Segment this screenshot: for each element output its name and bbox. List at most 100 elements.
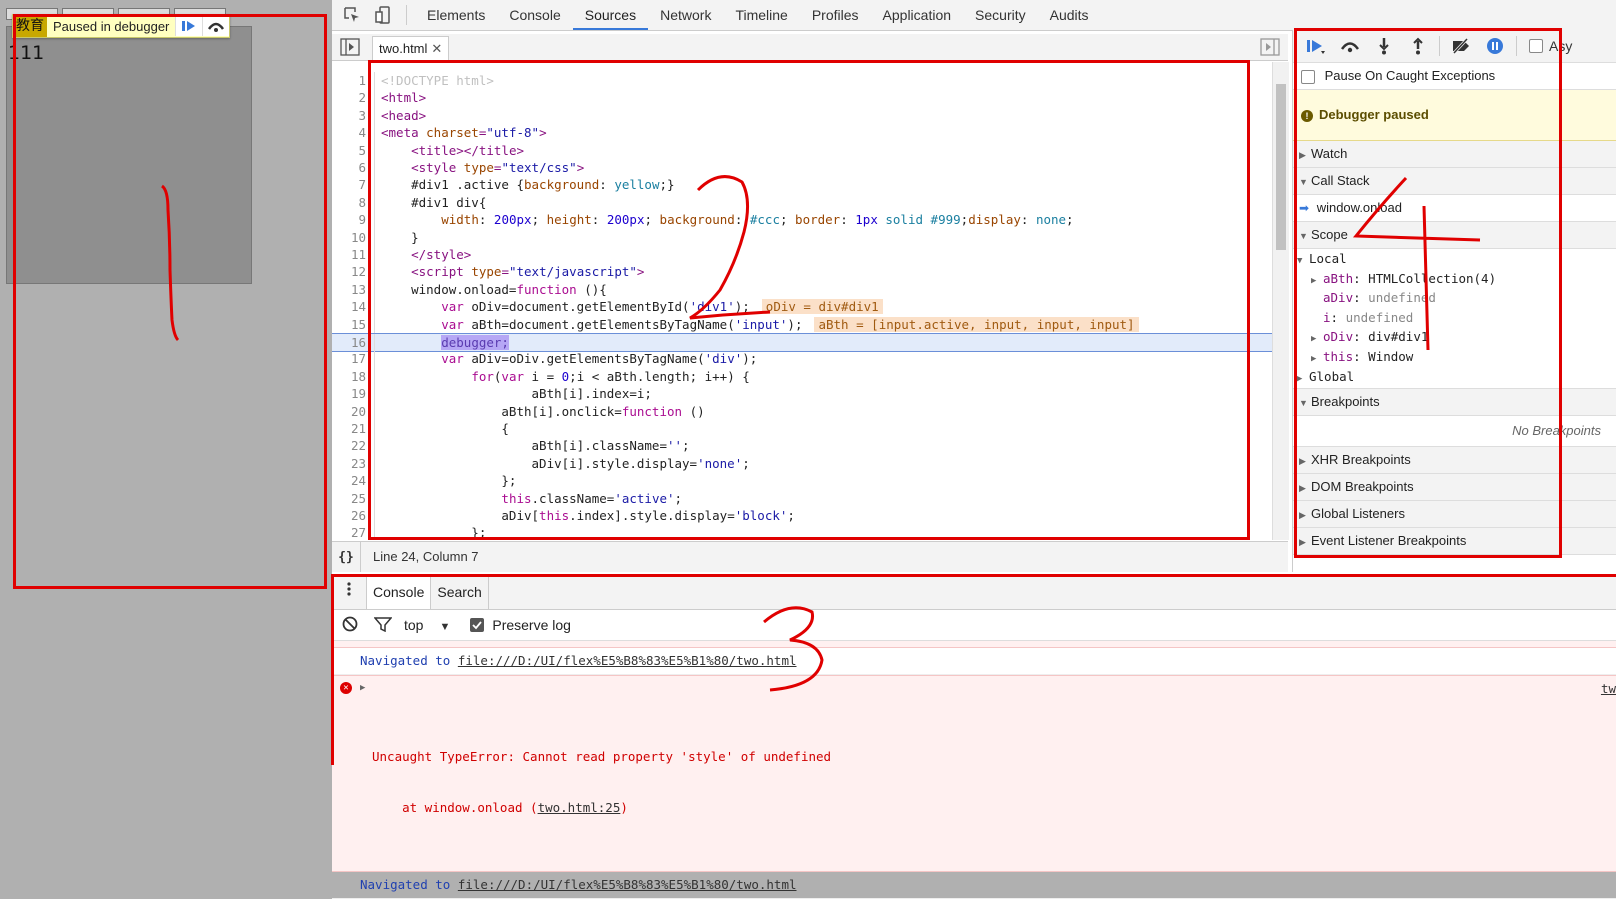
tab-security[interactable]: Security: [963, 0, 1038, 30]
tab-network[interactable]: Network: [648, 0, 723, 30]
line-number[interactable]: 22: [332, 437, 375, 455]
line-number[interactable]: 4: [332, 124, 375, 142]
code-line[interactable]: 8 #div1 div{: [332, 193, 1272, 212]
watch-section-header[interactable]: ▶ Watch: [1293, 141, 1616, 168]
close-icon[interactable]: ✕: [431, 41, 442, 56]
pause-on-caught-exceptions-row[interactable]: Pause On Caught Exceptions: [1293, 63, 1616, 90]
line-number[interactable]: 20: [332, 402, 375, 420]
code-line[interactable]: 1 <!DOCTYPE html>: [332, 72, 1272, 90]
code-line[interactable]: 17 var aDiv=oDiv.getElementsByTagName('d…: [332, 350, 1272, 368]
step-over-button[interactable]: [202, 16, 230, 36]
pause-caught-checkbox[interactable]: [1301, 69, 1315, 84]
line-number[interactable]: 27: [332, 524, 375, 540]
resume-button[interactable]: [1299, 32, 1333, 60]
editor-scrollbar[interactable]: [1272, 62, 1289, 540]
scope-variable[interactable]: i: undefined: [1293, 308, 1616, 328]
tab-sources[interactable]: Sources: [572, 0, 649, 30]
deactivate-breakpoints-button[interactable]: [1444, 32, 1478, 60]
line-number[interactable]: 7: [332, 176, 375, 194]
line-number[interactable]: 2: [332, 89, 375, 107]
error-source-link[interactable]: tw: [1601, 680, 1616, 697]
device-toolbar-button[interactable]: [372, 3, 396, 27]
xhr-breakpoints-section-header[interactable]: ▶ XHR Breakpoints: [1293, 447, 1616, 474]
event-listener-breakpoints-section-header[interactable]: ▶ Event Listener Breakpoints: [1293, 528, 1616, 555]
line-number[interactable]: 6: [332, 159, 375, 177]
line-number[interactable]: 16: [332, 334, 375, 352]
code-line[interactable]: 10 }: [332, 228, 1272, 246]
code-line[interactable]: 6 <style type="text/css">: [332, 159, 1272, 177]
line-number[interactable]: 21: [332, 420, 375, 438]
tab-application[interactable]: Application: [871, 0, 964, 30]
tab-elements[interactable]: Elements: [415, 0, 497, 30]
scope-variable[interactable]: ▶ this: Window: [1293, 347, 1616, 367]
code-line[interactable]: 13 window.onload=function (){: [332, 280, 1272, 299]
line-number[interactable]: 17: [332, 350, 375, 368]
pause-on-exceptions-button[interactable]: [1478, 32, 1512, 60]
step-into-button[interactable]: [1367, 32, 1401, 60]
code-line[interactable]: 25 this.className='active';: [332, 489, 1272, 507]
call-frame-item[interactable]: ➡ window.onload: [1293, 195, 1616, 222]
expand-triangle-icon[interactable]: ▶: [360, 680, 365, 697]
scrollbar-thumb[interactable]: [1276, 84, 1286, 250]
preserve-log-checkbox[interactable]: [470, 618, 485, 632]
code-line[interactable]: 21 {: [332, 420, 1272, 438]
code-editor[interactable]: 1 <!DOCTYPE html> 2 <html> 3 <head> 4 <meta cha…: [332, 62, 1272, 540]
code-line[interactable]: 7 #div1 .active {background: yellow;}: [332, 176, 1272, 194]
line-number[interactable]: 14: [332, 298, 375, 316]
line-number[interactable]: 19: [332, 385, 375, 403]
drawer-menu-button[interactable]: [332, 575, 367, 609]
step-over-button[interactable]: [1333, 32, 1367, 60]
line-number[interactable]: 11: [332, 246, 375, 264]
stack-link[interactable]: two.html:25: [538, 800, 621, 815]
code-line[interactable]: 14 var oDiv=document.getElementById('div…: [332, 298, 1272, 316]
line-number[interactable]: 5: [332, 141, 375, 159]
code-line[interactable]: 2 <html>: [332, 89, 1272, 107]
step-out-button[interactable]: [1401, 32, 1435, 60]
line-number[interactable]: 12: [332, 263, 375, 281]
global-scope-header[interactable]: ▶ Global: [1293, 366, 1616, 389]
nav-url-link[interactable]: file:///D:/UI/flex%E5%B8%83%E5%B1%80/two…: [458, 653, 797, 668]
line-number[interactable]: 26: [332, 507, 375, 525]
context-selector[interactable]: top ▼: [404, 617, 450, 633]
breakpoints-section-header[interactable]: ▼ Breakpoints: [1293, 389, 1616, 416]
scope-section-header[interactable]: ▼ Scope: [1293, 222, 1616, 249]
code-line[interactable]: 24 };: [332, 472, 1272, 490]
filter-button[interactable]: [373, 616, 402, 635]
code-line[interactable]: 19 aBth[i].index=i;: [332, 385, 1272, 403]
async-checkbox[interactable]: [1529, 39, 1543, 53]
code-line[interactable]: 18 for(var i = 0;i < aBth.length; i++) {: [332, 367, 1272, 386]
resume-button[interactable]: [175, 16, 203, 36]
code-line[interactable]: 9 width: 200px; height: 200px; backgroun…: [332, 211, 1272, 229]
line-number[interactable]: 9: [332, 211, 375, 229]
code-line[interactable]: 23 aDiv[i].style.display='none';: [332, 454, 1272, 473]
code-line[interactable]: 3 <head>: [332, 106, 1272, 125]
line-number[interactable]: 25: [332, 489, 375, 507]
code-line[interactable]: 22 aBth[i].className='';: [332, 437, 1272, 455]
drawer-tab-search[interactable]: Search: [431, 575, 489, 609]
line-number[interactable]: 15: [332, 315, 375, 333]
dom-breakpoints-section-header[interactable]: ▶ DOM Breakpoints: [1293, 474, 1616, 501]
scope-variable[interactable]: ▶ aBth: HTMLCollection(4): [1293, 269, 1616, 289]
line-number[interactable]: 13: [332, 280, 375, 299]
tab-timeline[interactable]: Timeline: [723, 0, 799, 30]
global-listeners-section-header[interactable]: ▶ Global Listeners: [1293, 501, 1616, 528]
code-line[interactable]: 12 <script type="text/javascript">: [332, 263, 1272, 281]
code-line[interactable]: 5 <title></title>: [332, 141, 1272, 159]
toggle-debugger-sidebar-button[interactable]: [1260, 38, 1280, 56]
local-scope-header[interactable]: ▼ Local: [1293, 249, 1616, 269]
line-number[interactable]: 1: [332, 72, 375, 90]
line-number[interactable]: 10: [332, 228, 375, 246]
tab-audits[interactable]: Audits: [1038, 0, 1101, 30]
code-line[interactable]: 26 aDiv[this.index].style.display='block…: [332, 507, 1272, 525]
clear-console-button[interactable]: [342, 616, 368, 635]
scope-variable[interactable]: aDiv: undefined: [1293, 288, 1616, 308]
line-number[interactable]: 23: [332, 454, 375, 473]
line-number[interactable]: 8: [332, 193, 375, 212]
nav-url-link[interactable]: file:///D:/UI/flex%E5%B8%83%E5%B1%80/two…: [458, 877, 797, 892]
line-number[interactable]: 18: [332, 367, 375, 386]
code-line[interactable]: 15 var aBth=document.getElementsByTagNam…: [332, 315, 1272, 333]
code-line[interactable]: 4 <meta charset="utf-8">: [332, 124, 1272, 142]
drawer-tab-console[interactable]: Console: [367, 575, 432, 609]
file-tab-two-html[interactable]: two.html ✕: [372, 36, 450, 61]
call-stack-section-header[interactable]: ▼ Call Stack: [1293, 168, 1616, 195]
